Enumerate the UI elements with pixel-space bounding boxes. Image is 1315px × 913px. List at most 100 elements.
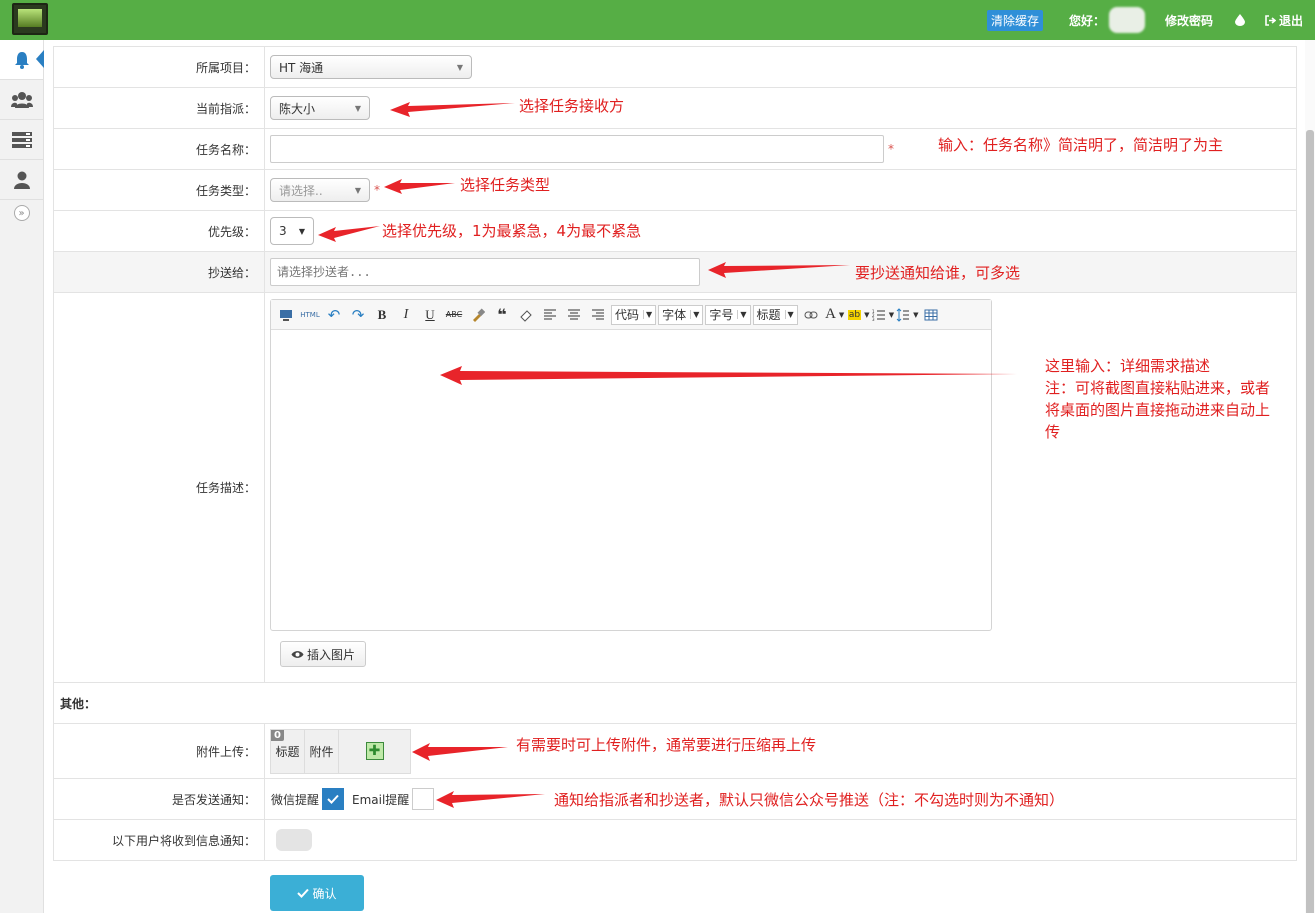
priority-select[interactable]: 3 ▼ [270, 217, 314, 245]
assignee-select[interactable]: 陈大小 ▼ [270, 96, 370, 120]
page-scrollbar[interactable] [1305, 40, 1315, 913]
align-center-icon[interactable] [563, 305, 585, 325]
email-notify-checkbox[interactable] [412, 788, 435, 810]
attachment-count-badge: 0 [271, 729, 284, 741]
attachment-col-file: 附件 [305, 729, 339, 773]
email-notify-label: Email提醒 [352, 792, 410, 807]
format-brush-icon[interactable] [467, 305, 489, 325]
users-icon [10, 91, 33, 108]
svg-text:3: 3 [872, 317, 875, 321]
heading-dropdown[interactable]: 标题 ▼ [752, 304, 798, 325]
font-dropdown[interactable]: 字体 ▼ [658, 304, 704, 325]
editor-content-area[interactable] [271, 330, 991, 630]
annotation-description-4: 传 [1045, 423, 1061, 441]
theme-drop-icon[interactable] [1234, 14, 1245, 26]
rich-text-editor[interactable]: HTML ↶ ↷ B I U ABC ❝ 代码 ▼ 字体 ▼ 字号 ▼ 标题 ▼… [270, 299, 992, 631]
logout-button[interactable]: 退出 [1265, 12, 1303, 29]
project-label: 所属项目： [54, 47, 265, 87]
required-marker: * [888, 142, 894, 156]
task-type-placeholder: 请选择.. [279, 183, 323, 198]
insert-image-button[interactable]: 插入图片 [280, 641, 367, 667]
wechat-notify-label: 微信提醒 [271, 792, 320, 807]
underline-icon[interactable]: U [419, 305, 441, 325]
row-cc: 抄送给： [54, 252, 1296, 293]
annotation-cc: 要抄送通知给谁，可多选 [855, 264, 1021, 282]
annotation-priority: 选择优先级，1为最紧急，4为最不紧急 [382, 222, 642, 240]
wechat-notify-checkbox[interactable] [322, 788, 345, 810]
task-name-input[interactable] [270, 135, 884, 163]
change-password-link[interactable]: 修改密码 [1165, 12, 1213, 29]
source-view-icon[interactable] [275, 305, 297, 325]
add-attachment-icon[interactable]: ✚ [365, 742, 384, 760]
receivers-label: 以下用户将收到信息通知： [54, 820, 265, 860]
sidebar-item-profile[interactable] [0, 160, 43, 200]
link-icon[interactable] [800, 305, 822, 325]
scrollbar-thumb[interactable] [1306, 130, 1314, 913]
attachment-upload-box: 0 标题 附件 ✚ [270, 728, 411, 774]
sidebar-item-notifications[interactable] [0, 40, 44, 80]
row-assignee: 当前指派： 陈大小 ▼ [54, 88, 1296, 129]
italic-icon[interactable]: I [395, 305, 417, 325]
undo-icon[interactable]: ↶ [323, 305, 345, 325]
caret-down-icon: ▼ [354, 185, 361, 195]
sidebar-item-users[interactable] [0, 80, 43, 120]
font-color-icon[interactable]: A ▼ [824, 305, 846, 325]
caret-down-icon: ▼ [690, 310, 699, 319]
top-right-menu: 清除缓存 您好： 修改密码 退出 [986, 0, 1315, 40]
eraser-icon[interactable] [515, 305, 537, 325]
priority-label: 优先级： [54, 211, 265, 251]
project-select[interactable]: HT 海通 ▼ [270, 55, 472, 79]
align-right-icon[interactable] [587, 305, 609, 325]
logout-icon [1265, 14, 1276, 26]
highlight-icon[interactable]: ab ▼ [847, 305, 870, 325]
annotation-description-1: 这里输入：详细需求描述 [1045, 357, 1211, 375]
user-icon [13, 171, 30, 189]
annotation-assignee: 选择任务接收方 [519, 97, 625, 115]
confirm-label: 确认 [312, 886, 337, 901]
annotation-description-3: 将桌面的图片直接拖动进来自动上 [1045, 401, 1271, 419]
line-height-icon[interactable]: ▼ [896, 305, 918, 325]
assignee-select-value: 陈大小 [279, 101, 316, 116]
row-other: 其他： [54, 683, 1296, 724]
font-dropdown-label: 字体 [662, 308, 687, 322]
annotation-attachment: 有需要时可上传附件，通常要进行压缩再上传 [516, 736, 817, 754]
caret-down-icon: ▼ [737, 310, 747, 319]
logout-label: 退出 [1278, 13, 1303, 28]
caret-down-icon: ▼ [784, 310, 794, 319]
confirm-button[interactable]: 确认 [270, 875, 364, 911]
row-project: 所属项目： HT 海通 ▼ [54, 47, 1296, 88]
caret-down-icon: ▼ [456, 62, 463, 72]
align-left-icon[interactable] [539, 305, 561, 325]
task-type-label: 任务类型： [54, 170, 265, 210]
project-select-value: HT 海通 [279, 60, 324, 75]
other-section-heading: 其他： [60, 696, 97, 711]
check-icon [297, 888, 310, 898]
list-icon [11, 131, 32, 148]
code-dropdown[interactable]: 代码 ▼ [611, 304, 657, 325]
required-marker: * [374, 183, 380, 197]
greeting-label: 您好： [1068, 13, 1105, 28]
table-icon[interactable] [920, 305, 942, 325]
font-size-dropdown-label: 字号 [709, 308, 734, 322]
blockquote-icon[interactable]: ❝ [491, 305, 513, 325]
redo-icon[interactable]: ↷ [347, 305, 369, 325]
receiver-avatar-blurred [276, 829, 312, 851]
username-blurred [1108, 7, 1145, 33]
strikethrough-icon[interactable]: ABC [443, 305, 465, 325]
ordered-list-icon[interactable]: 1 2 3 ▼ [872, 305, 894, 325]
annotation-notify: 通知给指派者和抄送者，默认只微信公众号推送（注：不勾选时则为不通知） [554, 791, 1065, 809]
sidebar-item-list[interactable] [0, 120, 43, 160]
cc-input[interactable] [270, 258, 700, 286]
sidebar-collapse-toggle[interactable]: » [0, 200, 43, 226]
clear-cache-button[interactable]: 清除缓存 [986, 9, 1043, 31]
font-size-dropdown[interactable]: 字号 ▼ [705, 304, 751, 325]
task-name-label: 任务名称： [54, 129, 265, 169]
row-priority: 优先级： 3 ▼ [54, 211, 1296, 252]
bold-icon[interactable]: B [371, 305, 393, 325]
insert-image-label: 插入图片 [307, 647, 356, 662]
caret-down-icon: ▼ [643, 310, 652, 319]
task-type-select[interactable]: 请选择.. ▼ [270, 178, 370, 202]
description-label: 任务描述： [54, 293, 265, 682]
editor-toolbar: HTML ↶ ↷ B I U ABC ❝ 代码 ▼ 字体 ▼ 字号 ▼ 标题 ▼… [271, 300, 991, 330]
html-icon[interactable]: HTML [299, 305, 321, 325]
